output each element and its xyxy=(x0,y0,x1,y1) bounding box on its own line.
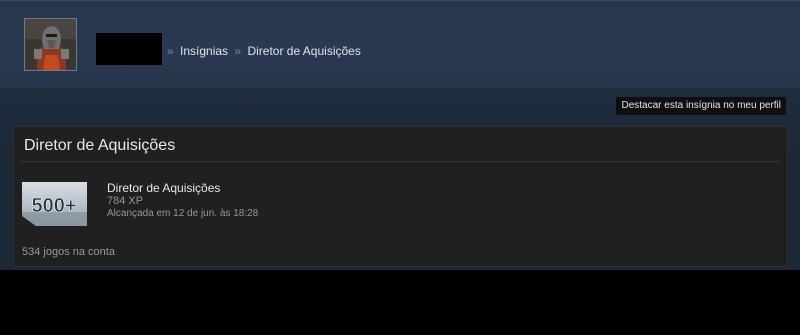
profile-name-redacted xyxy=(96,33,162,65)
badge-unlock-date: Alcançada em 12 de jun. às 18:28 xyxy=(107,208,259,219)
breadcrumb-separator: » xyxy=(234,44,242,58)
breadcrumb-item-badges[interactable]: Insígnias xyxy=(180,44,228,58)
games-owned-count: 534 jogos na conta xyxy=(22,246,115,258)
breadcrumb: » Insígnias » Diretor de Aquisições xyxy=(164,44,361,58)
avatar[interactable] xyxy=(24,18,77,71)
breadcrumb-item-badge[interactable]: Diretor de Aquisições xyxy=(247,44,360,58)
panel-title: Diretor de Aquisições xyxy=(24,137,176,154)
badge-icon-text: 500+ xyxy=(31,195,76,217)
badge-500-icon[interactable]: 500+ xyxy=(22,182,87,226)
breadcrumb-separator: » xyxy=(167,44,174,58)
feature-badge-button[interactable]: Destacar esta insígnia no meu perfil xyxy=(616,97,786,115)
badge-xp: 784 XP xyxy=(107,195,144,207)
profile-header: » Insígnias » Diretor de Aquisições xyxy=(0,0,800,89)
badge-name: Diretor de Aquisições xyxy=(107,181,221,195)
divider xyxy=(20,161,781,162)
badge-panel: Diretor de Aquisições 500+ Diretor de Aq… xyxy=(13,126,788,267)
knight-avatar-icon xyxy=(25,19,76,70)
